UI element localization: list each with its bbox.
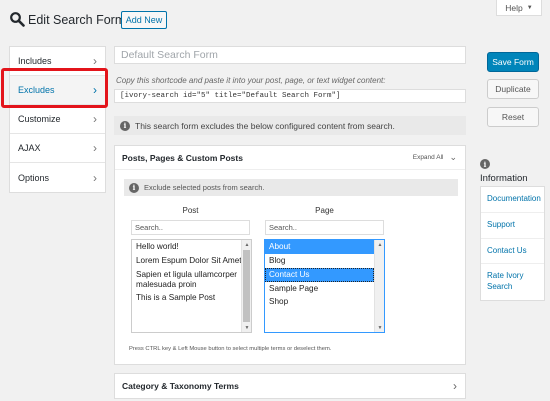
tab-options[interactable]: Options ›	[10, 163, 105, 192]
expand-all-toggle[interactable]: Expand All ⌄	[413, 152, 457, 163]
contact-us-link[interactable]: Contact Us	[481, 239, 544, 265]
page-title: Edit Search Form	[28, 13, 126, 27]
multi-select-hint: Press CTRL key & Left Mouse button to se…	[129, 346, 332, 352]
help-tab[interactable]: Help ▼	[496, 0, 542, 16]
scrollbar[interactable]: ▲ ▼	[241, 240, 251, 332]
reset-button[interactable]: Reset	[487, 107, 539, 127]
tab-label: AJAX	[18, 143, 41, 153]
highlight-outline	[1, 68, 108, 108]
info-icon: i	[129, 182, 139, 193]
tab-customize[interactable]: Customize ›	[10, 105, 105, 134]
information-links: Documentation Support Contact Us Rate Iv…	[480, 186, 545, 301]
post-select-list[interactable]: Hello world! Lorem Espum Dolor Sit Amet …	[131, 239, 252, 333]
search-icon	[10, 12, 25, 27]
page-select-list[interactable]: About Blog Contact Us Sample Page Shop ▲…	[264, 239, 385, 333]
scrollbar[interactable]: ▲ ▼	[374, 240, 384, 332]
scroll-down-icon[interactable]: ▼	[375, 323, 384, 332]
tab-ajax[interactable]: AJAX ›	[10, 134, 105, 163]
list-item[interactable]: Sample Page	[265, 282, 384, 296]
tab-label: Includes	[18, 56, 52, 66]
notice-text: This search form excludes the below conf…	[135, 120, 395, 131]
scroll-thumb[interactable]	[243, 250, 250, 322]
list-item[interactable]: Blog	[265, 254, 384, 268]
page-search-input[interactable]: Search..	[265, 220, 384, 235]
shortcode-instructions: Copy this shortcode and paste it into yo…	[116, 76, 386, 85]
panel-notice: i Exclude selected posts from search.	[124, 179, 458, 196]
scroll-down-icon[interactable]: ▼	[242, 323, 251, 332]
expand-all-label: Expand All	[412, 154, 444, 161]
chevron-right-icon: ›	[453, 379, 457, 393]
info-icon: i	[480, 159, 490, 169]
category-taxonomy-panel[interactable]: Category & Taxonomy Terms ›	[114, 373, 466, 399]
chevron-right-icon: ›	[93, 54, 97, 68]
scroll-up-icon[interactable]: ▲	[375, 240, 384, 249]
help-label: Help	[505, 2, 523, 13]
tab-label: Options	[18, 172, 50, 183]
panel-title: Posts, Pages & Custom Posts	[122, 152, 243, 163]
information-heading: Information	[480, 173, 528, 184]
posts-pages-panel: Posts, Pages & Custom Posts Expand All ⌄…	[114, 145, 466, 365]
scroll-up-icon[interactable]: ▲	[242, 240, 251, 249]
add-new-button[interactable]: Add New	[121, 11, 167, 29]
save-form-button[interactable]: Save Form	[487, 52, 539, 72]
chevron-right-icon: ›	[93, 170, 97, 185]
list-item[interactable]: Sapien et ligula ullamcorper malesuada p…	[132, 268, 251, 292]
panel-notice-text: Exclude selected posts from search.	[144, 183, 265, 192]
list-item[interactable]: Shop	[265, 295, 384, 309]
excludes-notice: i This search form excludes the below co…	[114, 116, 466, 135]
caret-down-icon: ▼	[526, 4, 533, 11]
support-link[interactable]: Support	[481, 213, 544, 239]
chevron-right-icon: ›	[93, 141, 97, 155]
chevron-right-icon: ›	[93, 112, 97, 126]
panel-header[interactable]: Posts, Pages & Custom Posts Expand All ⌄	[115, 146, 465, 170]
rate-link[interactable]: Rate Ivory Search	[481, 264, 544, 300]
page-column-label: Page	[315, 206, 334, 215]
category-panel-title: Category & Taxonomy Terms	[122, 381, 239, 391]
list-item[interactable]: Lorem Espum Dolor Sit Amet	[132, 254, 251, 268]
list-item[interactable]: This is a Sample Post	[132, 291, 251, 305]
chevron-down-icon: ⌄	[449, 152, 457, 162]
duplicate-button[interactable]: Duplicate	[487, 79, 539, 99]
form-name-field[interactable]: Default Search Form	[114, 46, 466, 64]
post-search-input[interactable]: Search..	[131, 220, 250, 235]
shortcode-field[interactable]: [ivory-search id="5" title="Default Sear…	[114, 89, 466, 103]
post-column-label: Post	[182, 206, 199, 215]
list-item-selected[interactable]: About	[265, 240, 374, 254]
tab-label: Customize	[18, 114, 61, 124]
list-item-selected[interactable]: Contact Us	[265, 267, 374, 282]
list-item[interactable]: Hello world!	[132, 240, 251, 254]
documentation-link[interactable]: Documentation	[481, 187, 544, 213]
info-icon: i	[120, 120, 130, 131]
